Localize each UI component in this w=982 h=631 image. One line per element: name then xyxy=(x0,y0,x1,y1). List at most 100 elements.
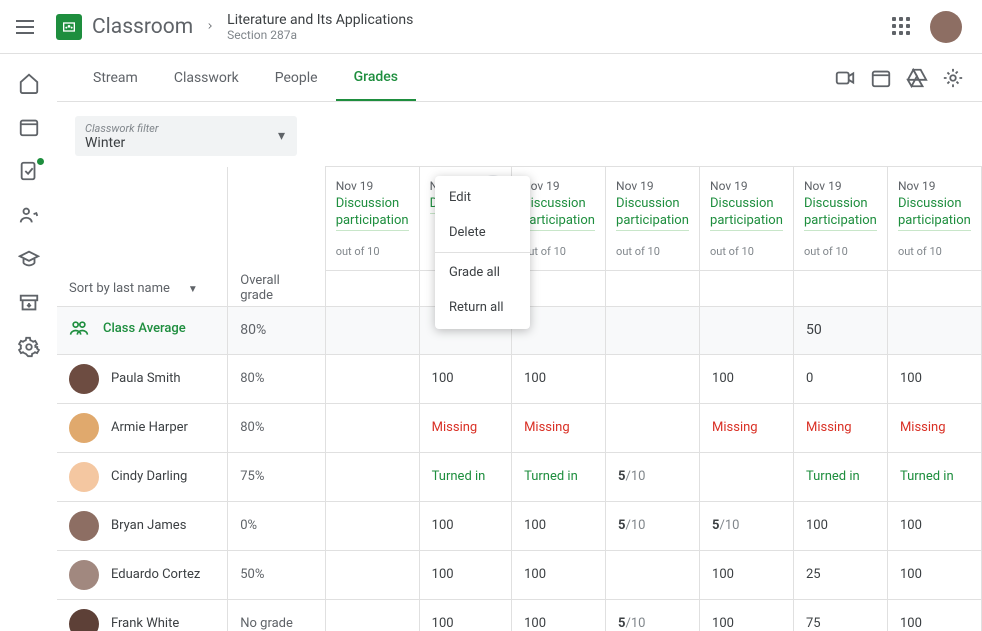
grade-cell[interactable]: Missing xyxy=(512,403,606,452)
calendar-tab-icon[interactable] xyxy=(870,67,892,89)
assignment-link[interactable]: Discussion participation xyxy=(710,196,783,231)
menu-icon[interactable] xyxy=(16,15,40,39)
grade-cell[interactable]: 100 xyxy=(887,550,981,599)
sort-by-last-name[interactable]: Sort by last name▼ xyxy=(57,270,228,306)
assignment-link[interactable]: Discussion participation xyxy=(522,196,595,231)
account-avatar[interactable] xyxy=(930,11,962,43)
grade-cell[interactable]: Missing xyxy=(700,403,794,452)
grade-cell[interactable] xyxy=(325,452,419,501)
grade-cell[interactable] xyxy=(606,403,700,452)
classroom-logo[interactable] xyxy=(56,14,82,40)
table-row[interactable]: Bryan James0%1001005/105/10100100 xyxy=(57,501,982,550)
menu-divider xyxy=(435,252,530,253)
grade-cell[interactable]: Turned in xyxy=(512,452,606,501)
menu-return-all[interactable]: Return all xyxy=(435,290,530,325)
assignment-header[interactable]: Nov 19Discussion participationout of 10 xyxy=(887,167,981,271)
assignment-link[interactable]: Discussion participation xyxy=(616,196,689,231)
assignment-outof: out of 10 xyxy=(804,245,877,258)
tab-stream[interactable]: Stream xyxy=(75,55,156,101)
calendar-icon[interactable] xyxy=(18,116,40,138)
assignment-header[interactable]: Nov 19 Discussion participation out of 10 xyxy=(606,167,700,271)
table-row[interactable]: Cindy Darling75%Turned inTurned in5/10Tu… xyxy=(57,452,982,501)
grade-cell[interactable]: 100 xyxy=(512,501,606,550)
assignment-date: Nov 19 xyxy=(616,179,654,193)
assignment-header[interactable]: Nov 19Discussion participationout of 10 xyxy=(700,167,794,271)
grade-cell[interactable] xyxy=(325,550,419,599)
grade-cell[interactable] xyxy=(325,403,419,452)
grade-cell[interactable]: 100 xyxy=(419,550,511,599)
grade-cell[interactable]: 100 xyxy=(512,599,606,631)
assignment-date: Nov 19 xyxy=(804,179,842,193)
grade-cell[interactable]: 100 xyxy=(419,354,511,403)
tab-grades[interactable]: Grades xyxy=(336,55,416,101)
grade-cell[interactable]: 100 xyxy=(512,550,606,599)
grade-cell[interactable]: 100 xyxy=(793,501,887,550)
assignment-header[interactable]: Nov 19 Discussion participation out of 10 xyxy=(793,167,887,271)
grade-cell[interactable]: Missing xyxy=(419,403,511,452)
tab-bar: Stream Classwork People Grades xyxy=(57,54,982,102)
grade-cell[interactable]: 100 xyxy=(700,550,794,599)
grade-cell[interactable] xyxy=(700,452,794,501)
archive-icon[interactable] xyxy=(18,292,40,314)
grade-cell[interactable]: 100 xyxy=(512,354,606,403)
graduation-icon[interactable] xyxy=(18,248,40,270)
class-average-cell xyxy=(325,306,419,354)
grade-cell[interactable]: Missing xyxy=(793,403,887,452)
grade-cell[interactable] xyxy=(606,550,700,599)
home-icon[interactable] xyxy=(18,72,40,94)
grade-cell[interactable]: 100 xyxy=(887,599,981,631)
todo-icon[interactable] xyxy=(18,160,40,182)
grade-cell[interactable] xyxy=(325,599,419,631)
grade-cell[interactable]: 100 xyxy=(700,599,794,631)
google-apps-icon[interactable] xyxy=(892,17,912,37)
menu-grade-all[interactable]: Grade all xyxy=(435,255,530,290)
breadcrumb[interactable]: Literature and Its Applications Section … xyxy=(227,12,413,42)
table-row[interactable]: Eduardo Cortez50%10010010025100 xyxy=(57,550,982,599)
grade-cell[interactable]: Turned in xyxy=(419,452,511,501)
assignment-link[interactable]: Discussion participation xyxy=(804,196,877,231)
menu-delete[interactable]: Delete xyxy=(435,215,530,250)
meet-icon[interactable] xyxy=(834,67,856,89)
assignment-header[interactable]: Nov 19Discussion participationout of 10 xyxy=(325,167,419,271)
people-icon[interactable] xyxy=(18,204,40,226)
grade-cell[interactable] xyxy=(325,501,419,550)
chevron-right-icon xyxy=(205,19,215,35)
assignment-outof: out of 10 xyxy=(616,245,689,258)
table-row[interactable]: Frank WhiteNo grade1001005/1010075100 xyxy=(57,599,982,631)
brand-name[interactable]: Classroom xyxy=(92,15,193,39)
settings-icon[interactable] xyxy=(18,336,40,358)
avatar xyxy=(69,364,99,394)
grade-cell[interactable]: 5/10 xyxy=(606,452,700,501)
grade-cell[interactable]: 0 xyxy=(793,354,887,403)
grade-cell[interactable]: 5/10 xyxy=(606,501,700,550)
table-row[interactable]: Paula Smith80%1001001000100 xyxy=(57,354,982,403)
filter-value: Winter xyxy=(85,135,287,151)
drive-icon[interactable] xyxy=(906,67,928,89)
student-overall: 80% xyxy=(228,354,325,403)
grade-cell[interactable]: Missing xyxy=(887,403,981,452)
grade-cell[interactable]: 100 xyxy=(700,354,794,403)
grade-cell[interactable]: 25 xyxy=(793,550,887,599)
grade-cell[interactable]: 100 xyxy=(419,501,511,550)
tab-classwork[interactable]: Classwork xyxy=(156,55,257,101)
grade-cell[interactable]: Turned in xyxy=(887,452,981,501)
grade-cell[interactable]: 5/10 xyxy=(700,501,794,550)
class-section: Section 287a xyxy=(227,28,413,42)
class-average-cell xyxy=(700,306,794,354)
assignment-link[interactable]: Discussion participation xyxy=(898,196,971,231)
menu-edit[interactable]: Edit xyxy=(435,180,530,215)
grade-cell[interactable]: Turned in xyxy=(793,452,887,501)
grade-cell[interactable]: 100 xyxy=(887,354,981,403)
grade-cell[interactable]: 5/10 xyxy=(606,599,700,631)
grade-cell[interactable]: 75 xyxy=(793,599,887,631)
grade-cell[interactable] xyxy=(606,354,700,403)
chevron-down-icon: ▾ xyxy=(278,128,285,144)
grade-cell[interactable]: 100 xyxy=(419,599,511,631)
classwork-filter[interactable]: Classwork filter Winter ▾ xyxy=(75,116,297,156)
grade-cell[interactable] xyxy=(325,354,419,403)
grade-cell[interactable]: 100 xyxy=(887,501,981,550)
gear-icon[interactable] xyxy=(942,67,964,89)
tab-people[interactable]: People xyxy=(257,55,336,101)
table-row[interactable]: Armie Harper80%MissingMissingMissingMiss… xyxy=(57,403,982,452)
assignment-link[interactable]: Discussion participation xyxy=(336,196,409,231)
